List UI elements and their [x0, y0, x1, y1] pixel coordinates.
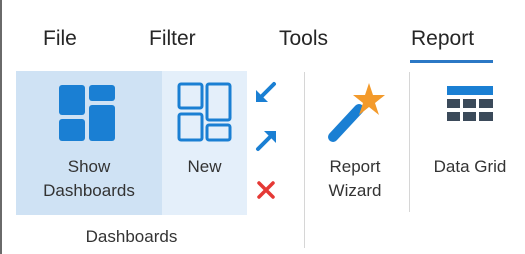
show-dashboards-label-line2: Dashboards — [43, 181, 135, 200]
show-dashboards-button[interactable]: Show Dashboards — [16, 71, 162, 215]
new-layout-icon — [177, 82, 232, 142]
report-wizard-button[interactable]: Report Wizard — [314, 71, 396, 215]
show-dashboards-label-line1: Show — [67, 157, 111, 176]
window-left-edge — [0, 0, 2, 254]
data-grid-button[interactable]: Data Grid — [418, 71, 522, 215]
tab-tools[interactable]: Tools — [279, 26, 328, 52]
report-wizard-label-line2: Wizard — [328, 181, 382, 200]
tab-file[interactable]: File — [43, 26, 77, 52]
arrow-up-right-icon[interactable] — [252, 127, 280, 155]
dashboard-grid-icon — [59, 85, 115, 141]
group-separator — [304, 72, 305, 248]
active-tab-indicator — [410, 60, 493, 63]
arrow-down-left-icon[interactable] — [252, 78, 280, 106]
data-grid-label: Data Grid — [433, 157, 507, 176]
table-grid-icon — [447, 86, 493, 121]
ribbon-separator — [409, 72, 410, 212]
new-label: New — [187, 157, 222, 176]
report-wizard-label-line1: Report — [329, 157, 381, 176]
magic-wand-icon — [328, 83, 385, 142]
new-dashboard-button[interactable]: New — [162, 71, 247, 215]
close-icon[interactable] — [252, 176, 280, 204]
tab-report[interactable]: Report — [411, 26, 474, 52]
group-label-dashboards: Dashboards — [85, 227, 178, 246]
tab-filter[interactable]: Filter — [149, 26, 196, 52]
